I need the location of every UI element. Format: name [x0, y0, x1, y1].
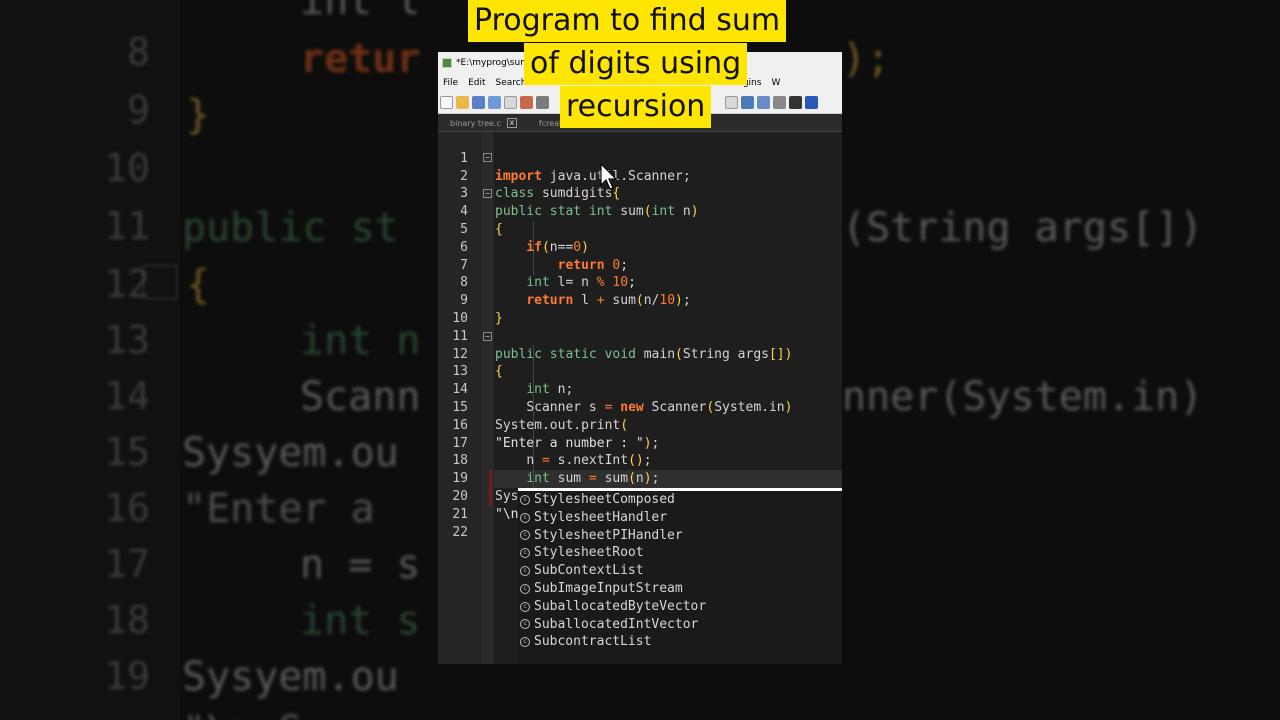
- code-line: 13 int n;: [438, 346, 842, 397]
- code-line: 11 public static void main(String args[]…: [438, 310, 842, 362]
- code-editor[interactable]: − − − 1 import java.util.Scanner; 2 clas…: [438, 132, 842, 664]
- autocomplete-item[interactable]: c SubcontractList: [518, 633, 842, 651]
- code-line: 10: [438, 292, 842, 326]
- autocomplete-item[interactable]: c StylesheetHandler: [518, 509, 842, 527]
- sync-horizontal-icon[interactable]: [757, 96, 770, 109]
- tab-label: fcreate: [538, 119, 568, 128]
- class-icon: c: [520, 512, 530, 523]
- code-line: 5 if(n==0): [438, 203, 842, 255]
- class-icon: c: [520, 530, 530, 541]
- title-bar: *E:\myprog\sum: [438, 52, 842, 74]
- tab-binary-tree[interactable]: binary tree.c x: [438, 118, 527, 131]
- autocomplete-item[interactable]: c StylesheetRoot: [518, 544, 842, 562]
- window-title: *E:\myprog\sum: [456, 58, 529, 68]
- tab-fcreate[interactable]: fcreate: [527, 119, 577, 131]
- code-line: 18 int sum = sum(n);: [438, 435, 842, 486]
- open-folder-icon[interactable]: [456, 96, 469, 109]
- print-icon[interactable]: [536, 96, 549, 109]
- class-icon: c: [520, 601, 530, 612]
- code-line: 15 System.out.print(: [438, 381, 842, 433]
- mouse-pointer-icon: [600, 163, 618, 190]
- code-line: 1 import java.util.Scanner;: [438, 132, 842, 184]
- class-icon: c: [520, 583, 530, 594]
- autocomplete-item[interactable]: c SubImageInputStream: [518, 580, 842, 598]
- menu-bar: File Edit Search o Run Plugins W: [438, 74, 842, 92]
- class-icon: c: [520, 566, 530, 577]
- close-all-icon[interactable]: [520, 96, 533, 109]
- zoom-icon[interactable]: [725, 96, 738, 109]
- code-line: 2 class sumdigits{: [438, 150, 842, 202]
- app-icon: [442, 58, 452, 68]
- menu-search[interactable]: Search: [491, 78, 532, 88]
- save-icon[interactable]: [472, 96, 485, 109]
- code-line: 8 return l + sum(n/10);: [438, 257, 842, 308]
- close-file-icon[interactable]: [504, 96, 517, 109]
- editor-window: *E:\myprog\sum File Edit Search o Run Pl…: [438, 52, 842, 664]
- line-number: 22: [452, 524, 468, 540]
- class-icon: c: [520, 494, 530, 505]
- code-line: 4 {: [438, 185, 842, 237]
- autocomplete-item[interactable]: c SuballocatedByteVector: [518, 598, 842, 616]
- word-wrap-icon[interactable]: [773, 96, 786, 109]
- new-file-icon[interactable]: [440, 96, 453, 109]
- show-all-chars-icon[interactable]: [789, 96, 802, 109]
- autocomplete-item[interactable]: c SuballocatedIntVector: [518, 616, 842, 634]
- autocomplete-popup[interactable]: c StylesheetComposed c StylesheetHandler c…: [518, 488, 842, 664]
- menu-macro[interactable]: o: [681, 78, 697, 88]
- autocomplete-item[interactable]: c SubContextList: [518, 562, 842, 580]
- autocomplete-item[interactable]: c StylesheetPIHandler: [518, 527, 842, 545]
- menu-file[interactable]: File: [438, 78, 463, 88]
- tab-bar: binary tree.c x fcreate: [438, 114, 842, 132]
- class-icon: c: [520, 619, 530, 630]
- sync-vertical-icon[interactable]: [741, 96, 754, 109]
- indent-guide-icon[interactable]: [805, 96, 818, 109]
- code-line: 19 Sysyem.out.print(: [438, 452, 842, 504]
- close-icon[interactable]: x: [506, 118, 517, 128]
- menu-window[interactable]: W: [766, 78, 785, 88]
- code-line: 14 Scanner s = new Scanner(System.in): [438, 363, 842, 415]
- tab-label: binary tree.c: [450, 118, 501, 128]
- menu-edit[interactable]: Edit: [463, 78, 490, 88]
- class-icon: c: [520, 548, 530, 559]
- code-line: 6 return 0;: [438, 221, 842, 273]
- toolbar: [438, 92, 842, 114]
- code-line: 3 public stat int sum(int n): [438, 168, 842, 219]
- menu-run[interactable]: Run: [697, 78, 724, 88]
- menu-plugins[interactable]: Plugins: [724, 78, 766, 88]
- code-line: 20 "\n Su: [438, 470, 842, 522]
- save-all-icon[interactable]: [488, 96, 501, 109]
- code-line: 7 int l= n % 10;: [438, 239, 842, 291]
- code-line: 17 n = s.nextInt();: [438, 417, 842, 469]
- class-icon: c: [520, 637, 530, 648]
- code-line: 9 }: [438, 274, 842, 326]
- autocomplete-item[interactable]: c StylesheetComposed: [518, 491, 842, 509]
- code-line: 12 {: [438, 328, 842, 380]
- code-line: 16 "Enter a number : ");: [438, 399, 842, 451]
